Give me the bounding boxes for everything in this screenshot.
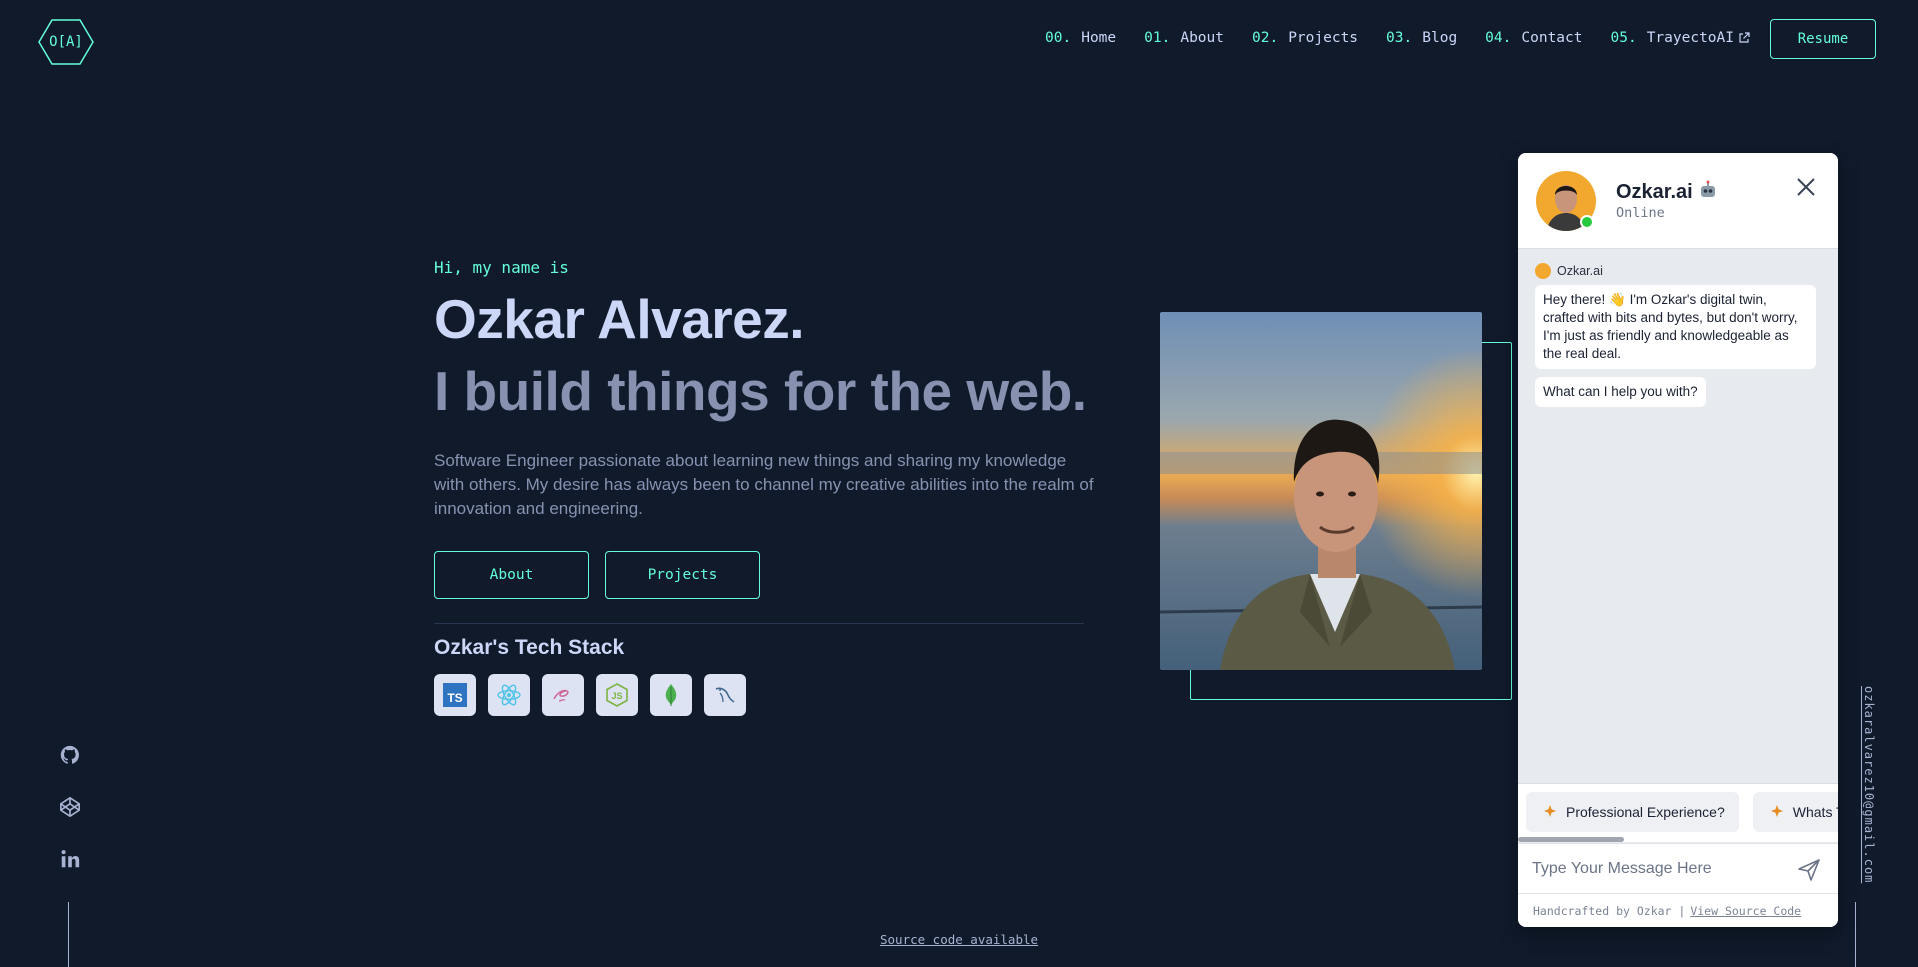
close-icon[interactable]: [1794, 175, 1818, 199]
scrollbar-thumb[interactable]: [1518, 837, 1624, 842]
main-nav: 00. Home 01. About 02. Projects 03. Blog 04.…: [1045, 30, 1750, 46]
sparkle-icon: [1770, 805, 1783, 817]
about-button[interactable]: About: [434, 551, 589, 599]
sass-icon[interactable]: [542, 674, 584, 716]
sender-avatar: [1535, 263, 1551, 279]
logo-text: O[A]: [49, 34, 83, 50]
resume-button[interactable]: Resume: [1770, 19, 1876, 59]
sparkle-icon: [1544, 805, 1556, 817]
nav-contact[interactable]: 04. Contact: [1485, 30, 1582, 46]
mysql-icon[interactable]: [704, 674, 746, 716]
hero-tagline: I build things for the web.: [434, 360, 1087, 422]
nodejs-icon[interactable]: JS: [596, 674, 638, 716]
message-input[interactable]: [1532, 854, 1782, 884]
chat-input-row: [1518, 843, 1838, 893]
linkedin-icon[interactable]: [59, 848, 81, 870]
nav-about[interactable]: 01. About: [1144, 30, 1224, 46]
chat-footer-text: Handcrafted by Ozkar |: [1533, 903, 1686, 918]
nav-number: 05.: [1610, 30, 1637, 46]
nav-blog[interactable]: 03. Blog: [1386, 30, 1457, 46]
hero-buttons: About Projects: [434, 551, 1094, 599]
svg-text:JS: JS: [611, 691, 622, 701]
suggestion-chip[interactable]: Professional Experience?: [1526, 792, 1739, 832]
send-icon[interactable]: [1796, 857, 1822, 883]
email-link[interactable]: ozkaralvarez10@gmail.com: [1862, 686, 1876, 883]
right-vertical-line: [1855, 902, 1856, 967]
chat-message: What can I help you with?: [1535, 377, 1706, 407]
projects-button[interactable]: Projects: [605, 551, 760, 599]
robot-icon: [1700, 180, 1715, 197]
nav-projects[interactable]: 02. Projects: [1252, 30, 1358, 46]
chat-name-text: Ozkar.ai: [1616, 181, 1693, 203]
mongodb-icon[interactable]: [650, 674, 692, 716]
nav-home[interactable]: 00. Home: [1045, 30, 1116, 46]
view-source-link[interactable]: View Source Code: [1690, 904, 1801, 918]
nav-label: TrayectoAI: [1646, 30, 1734, 46]
typescript-icon[interactable]: TS: [434, 674, 476, 716]
chat-widget: Ozkar.ai Online Ozkar.ai Hey there! 👋 I'…: [1518, 153, 1838, 927]
tech-stack-list: TS JS: [434, 674, 1094, 716]
chat-footer: Handcrafted by Ozkar | View Source Code: [1518, 893, 1838, 927]
left-vertical-line: [68, 902, 69, 967]
hero-bio: Software Engineer passionate about learn…: [434, 451, 1094, 518]
tech-stack-title: Ozkar's Tech Stack: [434, 636, 625, 659]
chat-title: Ozkar.ai: [1616, 179, 1719, 204]
profile-photo: [1160, 312, 1482, 670]
nav-number: 04.: [1485, 30, 1512, 46]
github-icon[interactable]: [59, 744, 81, 766]
chat-message: Hey there! 👋 I'm Ozkar's digital twin, c…: [1535, 285, 1816, 369]
suggestion-chip[interactable]: Whats T: [1752, 792, 1838, 832]
nav-trayectoai[interactable]: 05. TrayectoAI: [1610, 30, 1750, 46]
hero-greeting: Hi, my name is: [434, 258, 569, 277]
nav-label: Projects: [1288, 30, 1359, 46]
nav-label: About: [1180, 30, 1224, 46]
nav-number: 02.: [1252, 30, 1279, 46]
react-icon[interactable]: [488, 674, 530, 716]
suggestion-label: Whats T: [1792, 804, 1838, 820]
nav-number: 03.: [1386, 30, 1413, 46]
nav-label: Contact: [1521, 30, 1583, 46]
svg-text:TS: TS: [447, 691, 462, 705]
message-sender: Ozkar.ai: [1535, 263, 1821, 279]
social-links: [58, 744, 82, 870]
suggestion-chips: Professional Experience? Whats T: [1518, 783, 1838, 839]
sender-name: Ozkar.ai: [1557, 264, 1603, 278]
nav-label: Home: [1081, 30, 1117, 46]
nav-number: 00.: [1045, 30, 1072, 46]
chat-messages: Ozkar.ai Hey there! 👋 I'm Ozkar's digita…: [1518, 249, 1838, 421]
nav-label: Blog: [1422, 30, 1458, 46]
hero-section: Hi, my name is Ozkar Alvarez. I build th…: [434, 258, 1094, 716]
suggestion-label: Professional Experience?: [1566, 804, 1725, 820]
source-code-link[interactable]: Source code available: [880, 932, 1038, 947]
chat-status: Online: [1616, 205, 1665, 221]
site-logo[interactable]: O[A]: [38, 18, 94, 66]
nav-number: 01.: [1144, 30, 1171, 46]
hero-divider: [434, 623, 1084, 624]
hero-name: Ozkar Alvarez.: [434, 288, 805, 350]
online-status-dot: [1580, 215, 1594, 229]
external-link-icon: [1739, 32, 1750, 43]
chat-header: Ozkar.ai Online: [1518, 153, 1838, 249]
codepen-icon[interactable]: [59, 796, 81, 818]
